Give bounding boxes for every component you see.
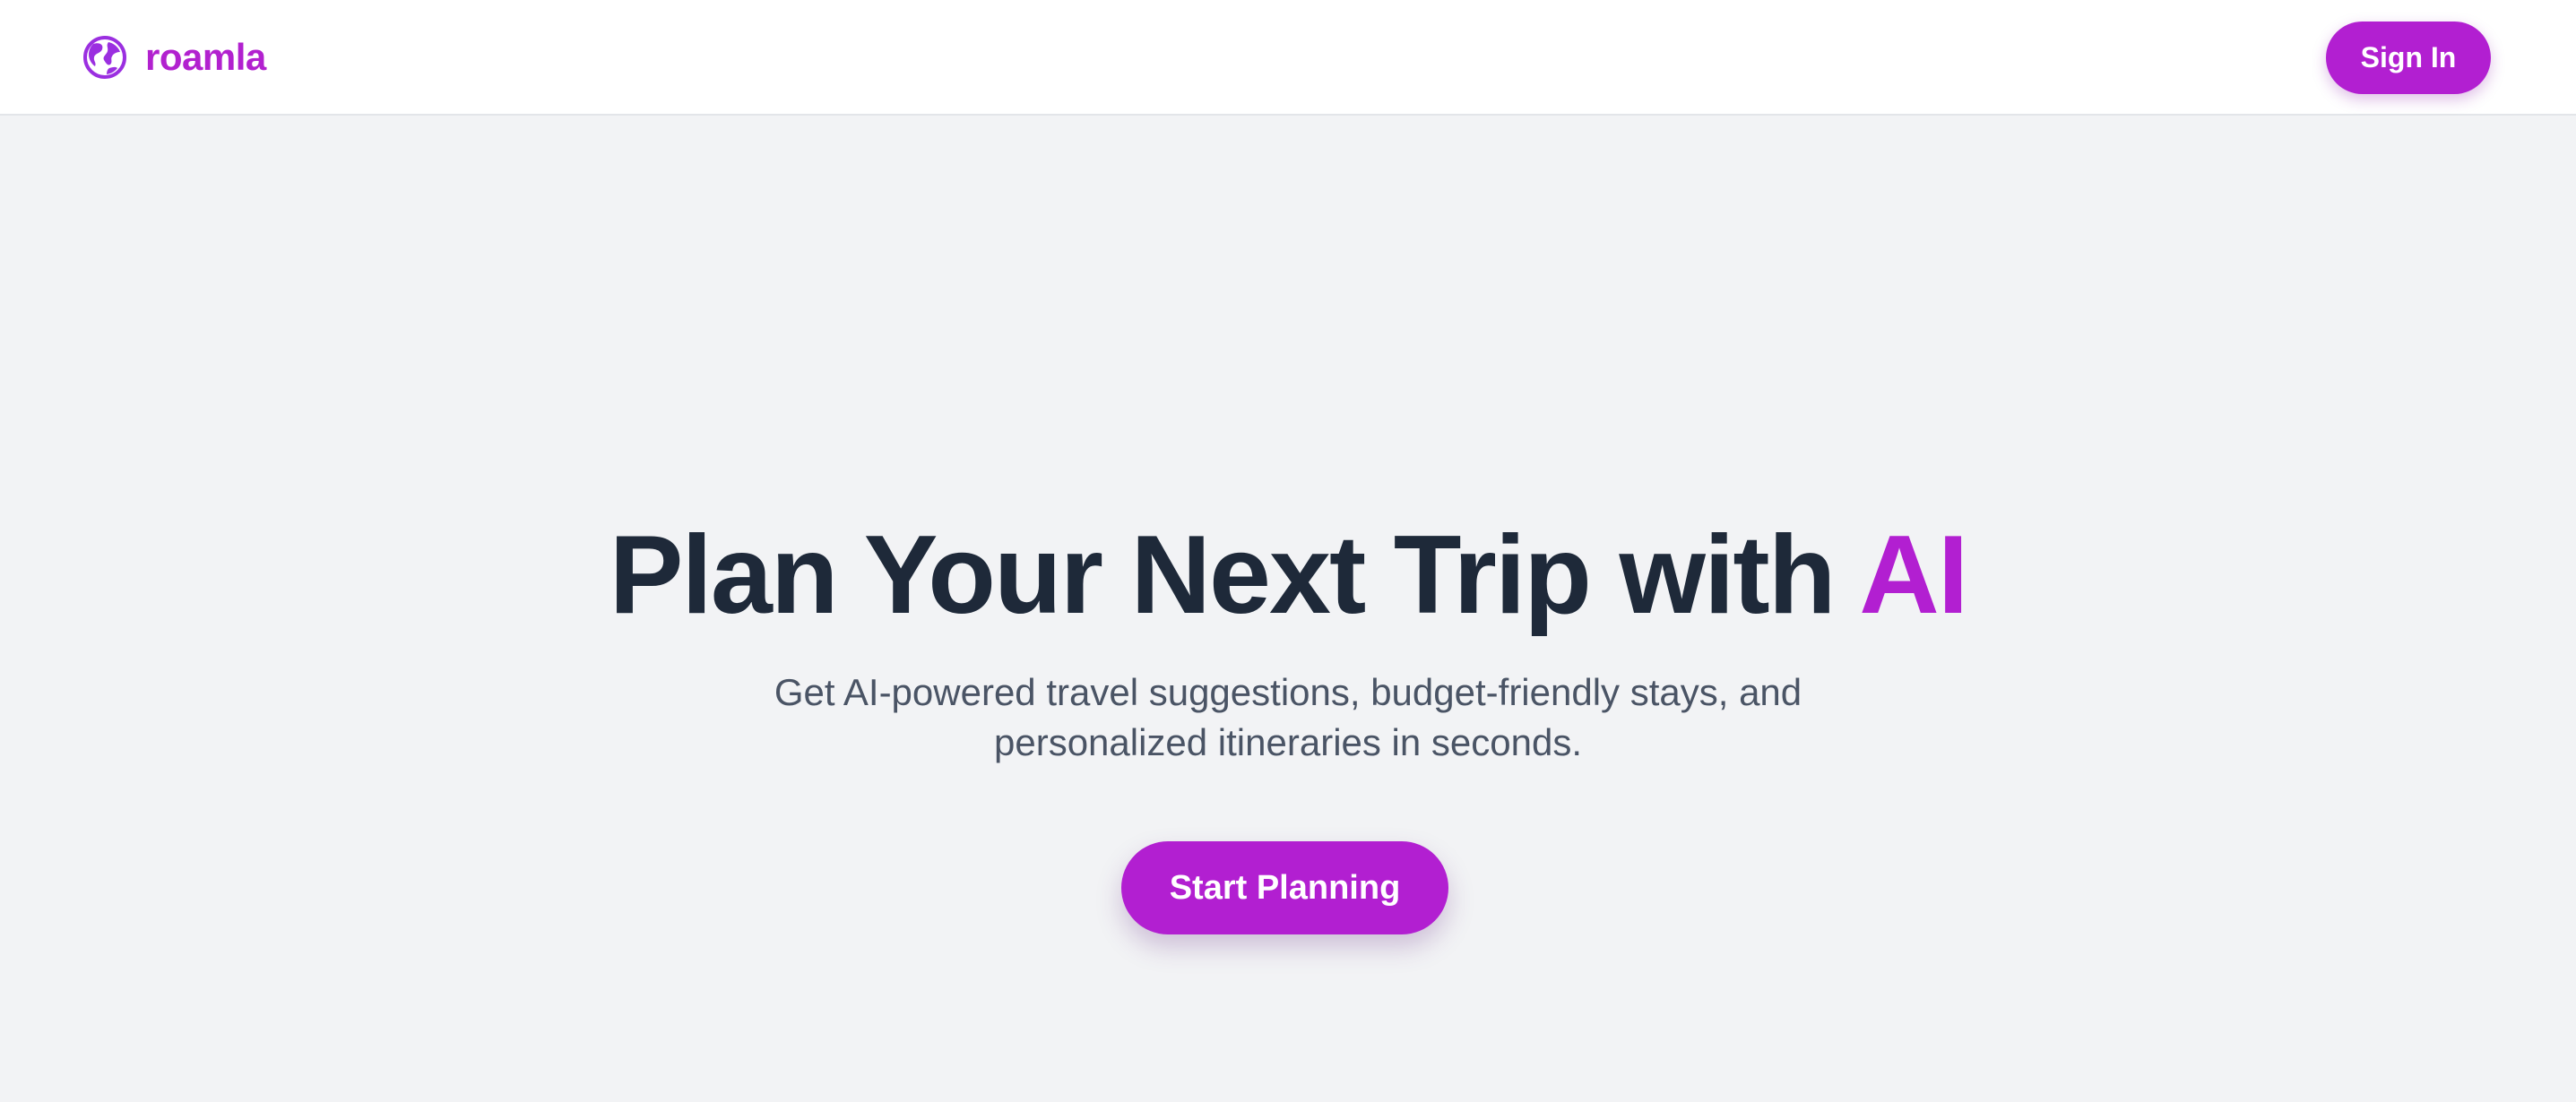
sign-in-button[interactable]: Sign In bbox=[2326, 22, 2491, 94]
hero-title-accent: AI bbox=[1859, 513, 1968, 637]
hero-section: Plan Your Next Trip with AI Get AI-power… bbox=[0, 116, 2576, 1102]
hero-title: Plan Your Next Trip with AI bbox=[0, 512, 2576, 638]
hero-subtitle: Get AI-powered travel suggestions, budge… bbox=[774, 671, 1802, 763]
brand-name: roamla bbox=[145, 36, 266, 78]
brand-logo-link[interactable]: roamla bbox=[82, 34, 266, 81]
globe-icon bbox=[83, 36, 126, 79]
top-navbar: roamla Sign In bbox=[0, 0, 2576, 116]
start-planning-button[interactable]: Start Planning bbox=[1121, 841, 1448, 934]
hero-title-main: Plan Your Next Trip with bbox=[609, 513, 1860, 637]
